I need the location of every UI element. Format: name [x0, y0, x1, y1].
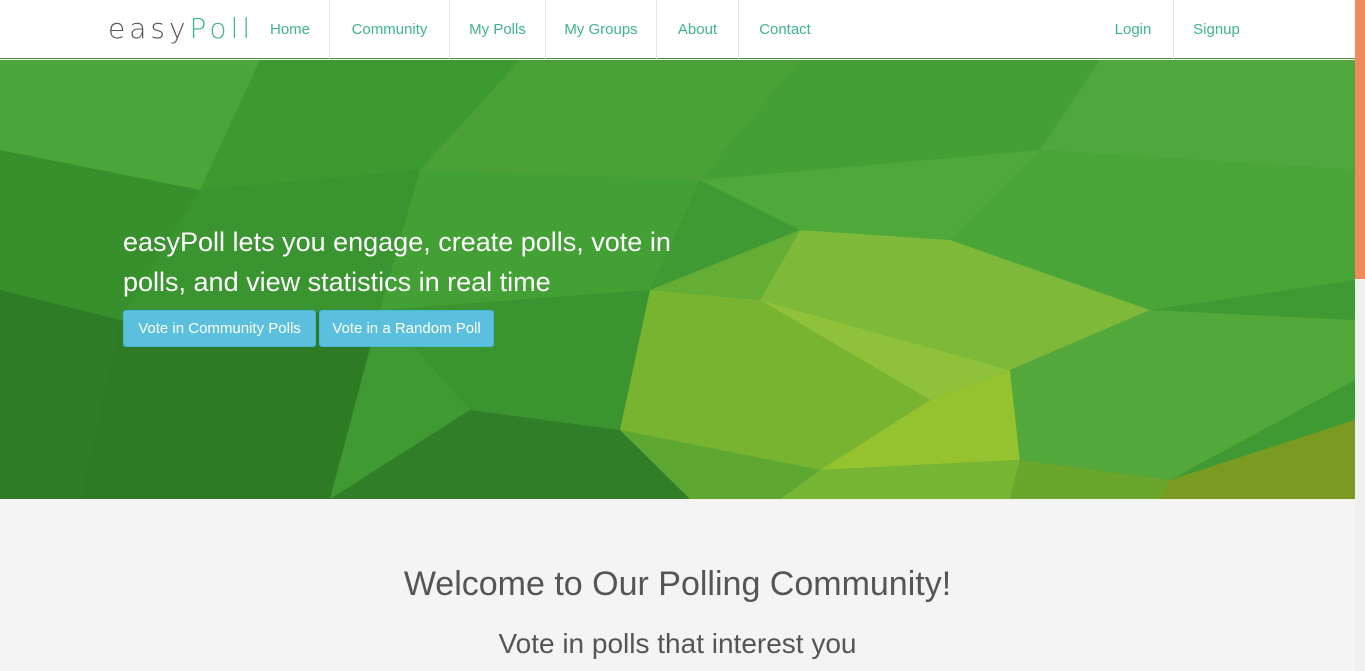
nav-signup[interactable]: Signup: [1174, 0, 1259, 59]
nav-about[interactable]: About: [657, 0, 738, 59]
page-scrollbar[interactable]: [1355, 0, 1365, 671]
nav-my-groups[interactable]: My Groups: [546, 0, 656, 59]
brand-part-2: Poll: [189, 12, 255, 45]
brand-part-1: easy: [108, 12, 190, 45]
hero-headline: easyPoll lets you engage, create polls, …: [123, 227, 671, 297]
nav-community[interactable]: Community: [330, 0, 449, 59]
brand-logo[interactable]: easyPoll: [108, 12, 254, 46]
vote-random-poll-button[interactable]: Vote in a Random Poll: [319, 310, 494, 347]
nav-login[interactable]: Login: [1093, 0, 1173, 59]
welcome-subheading: Vote in polls that interest you: [498, 628, 857, 659]
hero-banner: easyPoll lets you engage, create polls, …: [0, 60, 1355, 499]
top-navbar: easyPoll Home Community My Polls My Grou…: [0, 0, 1355, 59]
nav-my-polls[interactable]: My Polls: [450, 0, 545, 59]
nav-contact[interactable]: Contact: [739, 0, 831, 59]
nav-home[interactable]: Home: [250, 0, 330, 59]
scrollbar-thumb[interactable]: [1355, 0, 1365, 279]
vote-community-polls-button[interactable]: Vote in Community Polls: [123, 310, 316, 347]
welcome-heading: Welcome to Our Polling Community!: [403, 565, 952, 603]
